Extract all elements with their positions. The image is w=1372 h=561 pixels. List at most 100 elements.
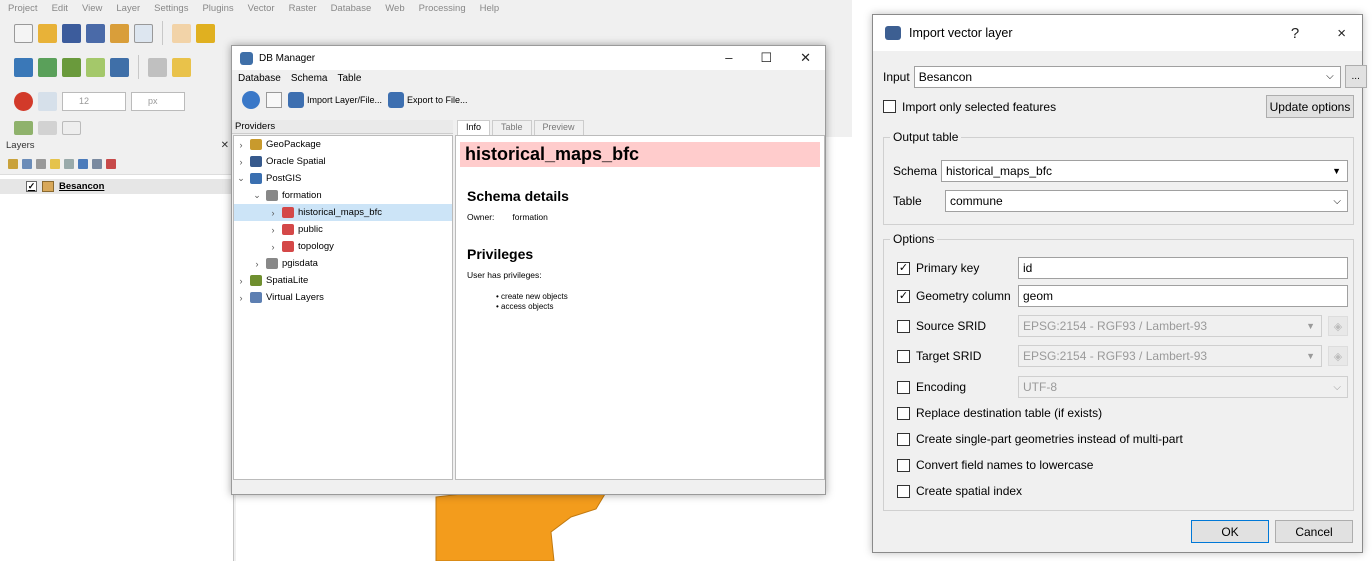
add-delimited-icon[interactable]	[110, 57, 129, 77]
target-srid-checkbox[interactable]	[897, 349, 910, 363]
layout-manager-icon[interactable]	[134, 23, 153, 43]
label-tool-icon[interactable]	[14, 91, 33, 111]
add-layer-icon[interactable]	[14, 57, 33, 77]
db-menu-schema[interactable]: Schema	[291, 73, 328, 84]
menu-item-layer[interactable]: Layer	[116, 3, 140, 14]
print-layout-icon[interactable]	[110, 23, 129, 43]
manage-map-themes-icon[interactable]	[36, 158, 46, 169]
menu-item-settings[interactable]: Settings	[154, 3, 188, 14]
primary-key-checkbox[interactable]: ✓	[897, 261, 910, 275]
label-settings-icon[interactable]	[38, 91, 57, 111]
db-menu-table[interactable]: Table	[338, 73, 362, 84]
annotation-icon[interactable]	[14, 120, 33, 135]
maximize-button[interactable]: ☐	[760, 50, 772, 66]
schema-combo[interactable]: historical_maps_bfc ▼	[941, 160, 1348, 182]
digitize-icon[interactable]	[148, 57, 167, 77]
add-postgis-icon[interactable]	[38, 57, 57, 77]
measure-icon[interactable]	[62, 120, 81, 135]
tree-item[interactable]: › historical_maps_bfc	[234, 204, 452, 221]
edit-icon[interactable]	[172, 57, 191, 77]
spatial-index-checkbox[interactable]	[897, 484, 910, 498]
add-group-icon[interactable]	[22, 158, 32, 169]
menu-item-vector[interactable]: Vector	[248, 3, 275, 14]
menu-item-help[interactable]: Help	[480, 3, 500, 14]
crs-selector-icon[interactable]: ◈	[1328, 346, 1348, 366]
crs-selector-icon[interactable]: ◈	[1328, 316, 1348, 336]
chevron-right-icon[interactable]: ›	[268, 242, 278, 252]
filter-expression-icon[interactable]	[64, 158, 74, 169]
single-part-checkbox[interactable]	[897, 432, 910, 446]
open-project-icon[interactable]	[38, 23, 57, 43]
tree-item[interactable]: › pgisdata	[234, 255, 452, 272]
layer-style-icon[interactable]	[8, 158, 18, 169]
geometry-column-input[interactable]: geom	[1018, 285, 1348, 307]
font-size-input[interactable]: 12	[62, 91, 126, 111]
close-button[interactable]: ✕	[800, 50, 811, 66]
input-combo[interactable]: Besancon ⌵	[913, 65, 1341, 88]
table-combo[interactable]: commune ⌵	[945, 190, 1348, 212]
save-project-icon[interactable]	[62, 23, 81, 43]
chevron-right-icon[interactable]: ›	[236, 293, 246, 303]
refresh-icon[interactable]	[242, 91, 260, 109]
browse-button[interactable]: ...	[1344, 65, 1367, 88]
ok-button[interactable]: OK	[1191, 520, 1269, 543]
update-options-button[interactable]: Update options	[1266, 95, 1354, 118]
chevron-right-icon[interactable]: ›	[268, 208, 278, 218]
replace-table-checkbox[interactable]	[897, 406, 910, 420]
cancel-button[interactable]: Cancel	[1275, 520, 1353, 543]
menu-item-database[interactable]: Database	[331, 3, 372, 14]
target-srid-select[interactable]: EPSG:2154 - RGF93 / Lambert-93 ▼	[1018, 345, 1322, 367]
collapse-all-icon[interactable]	[92, 158, 102, 169]
chevron-down-icon[interactable]: ⌄	[252, 190, 262, 201]
tree-item[interactable]: › GeoPackage	[234, 136, 452, 153]
import-selected-checkbox[interactable]	[883, 100, 896, 113]
filter-legend-icon[interactable]	[50, 158, 60, 169]
tree-item[interactable]: › Oracle Spatial	[234, 153, 452, 170]
remove-layer-icon[interactable]	[106, 158, 116, 169]
chevron-right-icon[interactable]: ›	[236, 140, 246, 150]
chevron-down-icon[interactable]: ⌄	[236, 173, 246, 184]
pan-icon[interactable]	[172, 23, 191, 43]
tree-item[interactable]: ⌄ PostGIS	[234, 170, 452, 187]
primary-key-input[interactable]: id	[1018, 257, 1348, 279]
chevron-right-icon[interactable]: ›	[268, 225, 278, 235]
source-srid-select[interactable]: EPSG:2154 - RGF93 / Lambert-93 ▼	[1018, 315, 1322, 337]
import-layer-button[interactable]: Import Layer/File...	[288, 92, 382, 108]
help-button[interactable]: ?	[1291, 25, 1299, 42]
add-vector-icon[interactable]	[62, 57, 81, 77]
tree-item[interactable]: › public	[234, 221, 452, 238]
layer-item-besancon[interactable]: ✓ Besancon	[0, 179, 233, 194]
tab-table[interactable]: Table	[492, 120, 532, 135]
layer-visibility-checkbox[interactable]: ✓	[26, 181, 37, 192]
db-menu-database[interactable]: Database	[238, 73, 281, 84]
tab-preview[interactable]: Preview	[533, 120, 584, 135]
tree-item[interactable]: › SpatiaLite	[234, 272, 452, 289]
close-button[interactable]: ×	[1337, 25, 1346, 42]
font-unit-select[interactable]: px	[131, 91, 185, 111]
menu-item-view[interactable]: View	[82, 3, 102, 14]
menu-item-edit[interactable]: Edit	[52, 3, 68, 14]
encoding-select[interactable]: UTF-8 ⌵	[1018, 376, 1348, 398]
tree-item[interactable]: ⌄ formation	[234, 187, 452, 204]
tree-item[interactable]: › Virtual Layers	[234, 289, 452, 306]
chevron-right-icon[interactable]: ›	[236, 157, 246, 167]
save-as-icon[interactable]	[86, 23, 105, 43]
geometry-column-checkbox[interactable]: ✓	[897, 289, 910, 303]
tab-info[interactable]: Info	[457, 120, 491, 135]
menu-item-processing[interactable]: Processing	[419, 3, 466, 14]
close-panel-icon[interactable]: ✕	[221, 140, 229, 151]
new-project-icon[interactable]	[14, 23, 33, 43]
menu-item-web[interactable]: Web	[385, 3, 404, 14]
minimize-button[interactable]: –	[725, 50, 732, 66]
chevron-right-icon[interactable]: ›	[252, 259, 262, 269]
expand-all-icon[interactable]	[78, 158, 88, 169]
menu-item-plugins[interactable]: Plugins	[202, 3, 233, 14]
tree-item[interactable]: › topology	[234, 238, 452, 255]
map-tips-icon[interactable]	[38, 120, 57, 135]
encoding-checkbox[interactable]	[897, 380, 910, 394]
export-file-button[interactable]: Export to File...	[388, 92, 468, 108]
sql-window-icon[interactable]	[266, 92, 282, 108]
menu-item-raster[interactable]: Raster	[289, 3, 317, 14]
menu-item-project[interactable]: Project	[8, 3, 38, 14]
pan-to-selection-icon[interactable]	[196, 23, 215, 43]
